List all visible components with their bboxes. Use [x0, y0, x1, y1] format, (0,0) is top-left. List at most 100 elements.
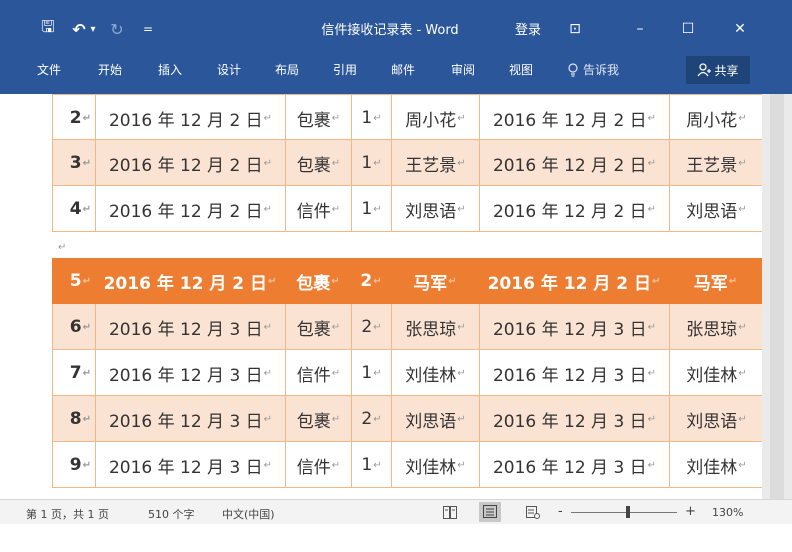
tab-design[interactable]: 设计: [217, 61, 241, 78]
row-number-cell[interactable]: 6 ↵: [53, 304, 96, 350]
row-number-cell[interactable]: 9 ↵: [53, 442, 96, 488]
tell-me-box[interactable]: 告诉我: [567, 61, 619, 78]
signer-cell[interactable]: 周小花 ↵: [670, 95, 762, 141]
word-count[interactable]: 510 个字: [148, 506, 195, 522]
signer-cell[interactable]: 王艺景 ↵: [670, 140, 762, 186]
item-type-cell[interactable]: 信件 ↵: [286, 442, 352, 488]
tab-mailings[interactable]: 邮件: [391, 61, 415, 78]
cell-end-mark: ↵: [263, 321, 273, 333]
recipient-cell[interactable]: 张思琼 ↵: [392, 304, 480, 350]
signer-cell[interactable]: 刘佳林 ↵: [670, 442, 762, 488]
table-row[interactable]: 3 ↵ 2016 年 12 月 2 日 ↵ 包裹 ↵ 1 ↵ 王艺景 ↵ 2016 年 12 月 2…: [52, 140, 762, 186]
pickup-date-cell[interactable]: 2016 年 12 月 2 日 ↵: [480, 95, 670, 141]
web-layout-icon[interactable]: [526, 506, 540, 519]
item-type-cell[interactable]: 包裹 ↵: [286, 95, 352, 141]
signer-cell[interactable]: 张思琼 ↵: [670, 304, 762, 350]
page-count[interactable]: 第 1 页，共 1 页: [26, 506, 109, 522]
close-button[interactable]: ✕: [720, 16, 760, 42]
minimize-button[interactable]: –: [620, 16, 660, 42]
recipient-cell[interactable]: 王艺景 ↵: [392, 140, 480, 186]
row-number-cell[interactable]: 7 ↵: [53, 350, 96, 396]
zoom-level[interactable]: 130%: [712, 506, 743, 519]
item-type-cell[interactable]: 信件 ↵: [286, 350, 352, 396]
print-layout-button[interactable]: [479, 502, 501, 522]
read-mode-icon[interactable]: [443, 506, 457, 519]
table-row[interactable]: 6 ↵ 2016 年 12 月 3 日 ↵ 包裹 ↵ 2 ↵ 张思琼 ↵ 2016 年 12 月 3…: [52, 304, 762, 350]
table-row[interactable]: 9 ↵ 2016 年 12 月 3 日 ↵ 信件 ↵ 1 ↵ 刘佳林 ↵ 2016 年 12 月 3…: [52, 442, 762, 488]
item-type-cell[interactable]: 包裹 ↵: [285, 258, 351, 304]
row-number-cell[interactable]: 5 ↵: [52, 258, 95, 304]
share-button[interactable]: 共享: [686, 56, 750, 84]
tab-insert[interactable]: 插入: [158, 61, 182, 78]
recipient-cell[interactable]: 马军 ↵: [391, 258, 479, 304]
item-type-cell[interactable]: 包裹 ↵: [286, 140, 352, 186]
receive-date-cell[interactable]: 2016 年 12 月 3 日 ↵: [96, 396, 286, 442]
quantity-cell[interactable]: 1 ↵: [352, 140, 392, 186]
receive-date-cell[interactable]: 2016 年 12 月 3 日 ↵: [96, 442, 286, 488]
table-row[interactable]: 2 ↵ 2016 年 12 月 2 日 ↵ 包裹 ↵ 1 ↵ 周小花 ↵ 2016 年 12 月 2…: [52, 94, 762, 141]
pickup-date-cell[interactable]: 2016 年 12 月 3 日 ↵: [480, 442, 670, 488]
tab-home[interactable]: 开始: [98, 61, 122, 78]
item-type-cell[interactable]: 包裹 ↵: [286, 396, 352, 442]
pickup-date-cell[interactable]: 2016 年 12 月 3 日 ↵: [480, 396, 670, 442]
receive-date-cell[interactable]: 2016 年 12 月 2 日 ↵: [95, 258, 285, 304]
pickup-date-cell[interactable]: 2016 年 12 月 2 日 ↵: [479, 258, 669, 304]
signer-cell[interactable]: 刘思语 ↵: [670, 186, 762, 232]
table-row[interactable]: 4 ↵ 2016 年 12 月 2 日 ↵ 信件 ↵ 1 ↵ 刘思语 ↵ 2016 年 12 月 2…: [52, 186, 762, 232]
table-row-selected[interactable]: 5 ↵ 2016 年 12 月 2 日 ↵ 包裹 ↵ 2 ↵ 马军 ↵ 2016 年 12 月 2 …: [52, 258, 762, 304]
quantity-cell[interactable]: 1 ↵: [352, 186, 392, 232]
recipient-cell[interactable]: 刘佳林 ↵: [392, 350, 480, 396]
pickup-date-cell[interactable]: 2016 年 12 月 3 日 ↵: [480, 304, 670, 350]
item-type-cell[interactable]: 信件 ↵: [286, 186, 352, 232]
undo-icon[interactable]: ↶: [70, 19, 88, 39]
recipient-cell[interactable]: 刘思语 ↵: [392, 396, 480, 442]
tab-layout[interactable]: 布局: [275, 61, 299, 78]
save-icon[interactable]: 🖫: [38, 17, 58, 39]
ribbon-display-options-icon[interactable]: ⊡: [555, 16, 595, 42]
pickup-date-cell[interactable]: 2016 年 12 月 2 日 ↵: [480, 140, 670, 186]
cell-text: 2: [361, 409, 373, 429]
recipient-cell[interactable]: 周小花 ↵: [392, 95, 480, 141]
language-indicator[interactable]: 中文(中国): [222, 506, 275, 522]
tab-view[interactable]: 视图: [509, 61, 533, 78]
tab-file[interactable]: 文件: [37, 61, 61, 78]
quantity-cell[interactable]: 2 ↵: [351, 258, 391, 304]
row-number-cell[interactable]: 2 ↵: [53, 95, 96, 141]
table-row[interactable]: 8 ↵ 2016 年 12 月 3 日 ↵ 包裹 ↵ 2 ↵ 刘思语 ↵ 2016 年 12 月 3…: [52, 396, 762, 442]
recipient-cell[interactable]: 刘佳林 ↵: [392, 442, 480, 488]
receive-date-cell[interactable]: 2016 年 12 月 2 日 ↵: [96, 95, 286, 141]
receive-date-cell[interactable]: 2016 年 12 月 2 日 ↵: [96, 140, 286, 186]
scrollbar-thumb[interactable]: [770, 94, 784, 499]
pickup-date-cell[interactable]: 2016 年 12 月 3 日 ↵: [480, 350, 670, 396]
document-area[interactable]: 2 ↵ 2016 年 12 月 2 日 ↵ 包裹 ↵ 1 ↵ 周小花 ↵ 2016 年 12 月 2…: [0, 94, 762, 499]
receive-date-cell[interactable]: 2016 年 12 月 2 日 ↵: [96, 186, 286, 232]
undo-dropdown-icon[interactable]: ▾: [88, 19, 98, 39]
tab-references[interactable]: 引用: [333, 61, 357, 78]
receive-date-cell[interactable]: 2016 年 12 月 3 日 ↵: [96, 304, 286, 350]
row-number-cell[interactable]: 8 ↵: [53, 396, 96, 442]
quantity-cell[interactable]: 1 ↵: [352, 350, 392, 396]
vertical-scrollbar[interactable]: [762, 94, 792, 499]
quantity-cell[interactable]: 1 ↵: [352, 442, 392, 488]
login-link[interactable]: 登录: [515, 19, 541, 38]
row-number-cell[interactable]: 4 ↵: [53, 186, 96, 232]
signer-cell[interactable]: 刘佳林 ↵: [670, 350, 762, 396]
zoom-in-button[interactable]: +: [685, 504, 696, 519]
customize-qat-icon[interactable]: =: [142, 19, 154, 39]
receive-date-cell[interactable]: 2016 年 12 月 3 日 ↵: [96, 350, 286, 396]
signer-cell[interactable]: 马军 ↵: [669, 258, 762, 304]
recipient-cell[interactable]: 刘思语 ↵: [392, 186, 480, 232]
zoom-slider-track[interactable]: [571, 512, 677, 513]
tab-review[interactable]: 审阅: [451, 61, 475, 78]
row-number-cell[interactable]: 3 ↵: [53, 140, 96, 186]
pickup-date-cell[interactable]: 2016 年 12 月 2 日 ↵: [480, 186, 670, 232]
zoom-out-button[interactable]: -: [558, 504, 563, 519]
signer-cell[interactable]: 刘思语 ↵: [670, 396, 762, 442]
quantity-cell[interactable]: 2 ↵: [352, 304, 392, 350]
zoom-slider-thumb[interactable]: [626, 506, 630, 518]
quantity-cell[interactable]: 1 ↵: [352, 95, 392, 141]
item-type-cell[interactable]: 包裹 ↵: [286, 304, 352, 350]
quantity-cell[interactable]: 2 ↵: [352, 396, 392, 442]
maximize-button[interactable]: ☐: [668, 16, 708, 42]
table-row[interactable]: 7 ↵ 2016 年 12 月 3 日 ↵ 信件 ↵ 1 ↵ 刘佳林 ↵ 2016 年 12 月 3…: [52, 350, 762, 396]
